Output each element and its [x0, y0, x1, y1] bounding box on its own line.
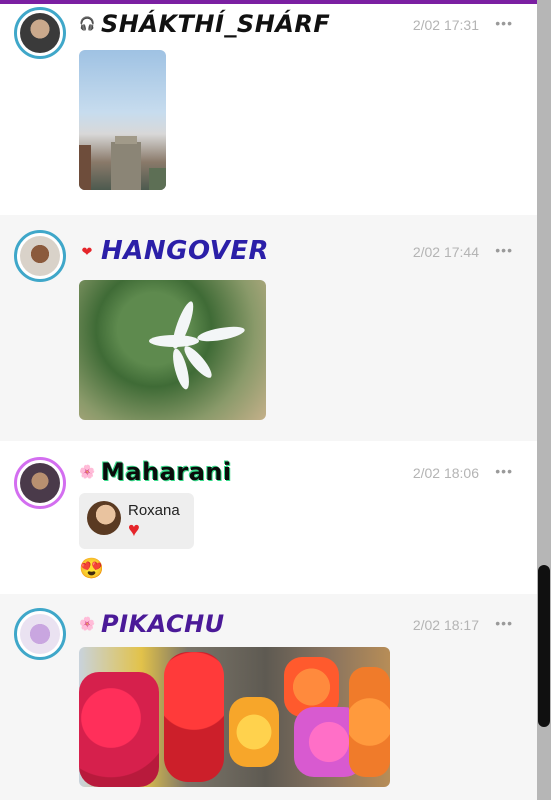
- reply-quote[interactable]: Roxana ♥: [79, 493, 194, 549]
- timestamp: 2/02 18:17: [412, 617, 479, 633]
- post-item: ❤ HANGOVER 2/02 17:44 •••: [0, 215, 537, 441]
- shared-photo-flower[interactable]: [79, 280, 266, 420]
- headphones-icon: 🎧: [79, 16, 96, 31]
- scrollbar-thumb[interactable]: [538, 565, 550, 727]
- shared-photo-flowers[interactable]: [79, 647, 390, 787]
- flower-icon: 🌸: [79, 616, 96, 631]
- username[interactable]: HANGOVER: [101, 236, 269, 266]
- avatar[interactable]: [14, 230, 66, 282]
- chat-feed: 🎧 SHÁKTHÍ_SHÁRF 2/02 17:31 ••• ❤ HANGOVE…: [0, 0, 537, 800]
- avatar[interactable]: [14, 7, 66, 59]
- flower-icon: 🌸: [79, 464, 96, 479]
- timestamp: 2/02 17:44: [412, 244, 479, 260]
- more-options-icon[interactable]: •••: [495, 615, 513, 631]
- heart-icon: ❤: [81, 244, 93, 259]
- reply-username: Roxana: [128, 502, 180, 519]
- timestamp: 2/02 17:31: [412, 17, 479, 33]
- more-options-icon[interactable]: •••: [495, 242, 513, 258]
- username[interactable]: PIKACHU: [101, 610, 225, 638]
- post-item: 🌸 Maharani 2/02 18:06 ••• Roxana ♥ 😍: [0, 441, 537, 594]
- avatar[interactable]: [14, 608, 66, 660]
- timestamp: 2/02 18:06: [412, 465, 479, 481]
- username[interactable]: SHÁKTHÍ_SHÁRF: [101, 10, 330, 38]
- scrollbar-track[interactable]: [537, 0, 551, 800]
- more-options-icon[interactable]: •••: [495, 15, 513, 31]
- message-emoji: 😍: [79, 558, 104, 580]
- post-item: 🌸 PIKACHU 2/02 18:17 •••: [0, 594, 537, 800]
- reply-avatar: [87, 501, 121, 535]
- heart-icon: ♥: [128, 519, 140, 541]
- avatar[interactable]: [14, 457, 66, 509]
- post-item: 🎧 SHÁKTHÍ_SHÁRF 2/02 17:31 •••: [0, 0, 537, 215]
- more-options-icon[interactable]: •••: [495, 463, 513, 479]
- username[interactable]: Maharani: [101, 458, 232, 486]
- shared-photo-temple[interactable]: [79, 50, 166, 190]
